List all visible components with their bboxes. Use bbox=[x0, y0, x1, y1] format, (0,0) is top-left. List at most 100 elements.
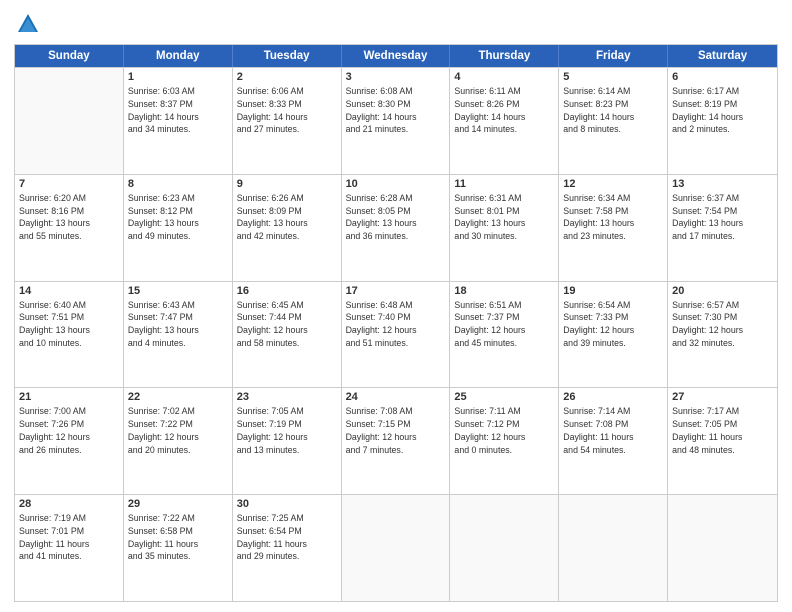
calendar-row-3: 14Sunrise: 6:40 AMSunset: 7:51 PMDayligh… bbox=[15, 281, 777, 388]
weekday-header-sunday: Sunday bbox=[15, 45, 124, 67]
day-cell-25: 25 Sunrise: 7:11 AMSunset: 7:12 PMDayligh… bbox=[450, 388, 559, 494]
day-cell-empty bbox=[668, 495, 777, 601]
day-info: Sunrise: 7:17 AMSunset: 7:05 PMDaylight:… bbox=[672, 405, 773, 456]
day-cell-1: 1Sunrise: 6:03 AMSunset: 8:37 PMDaylight… bbox=[124, 68, 233, 174]
day-number: 15 bbox=[128, 285, 228, 297]
day-cell-22: 22 Sunrise: 7:02 AMSunset: 7:22 PMDayligh… bbox=[124, 388, 233, 494]
day-number: 7 bbox=[19, 178, 119, 190]
day-cell-24: 24 Sunrise: 7:08 AMSunset: 7:15 PMDayligh… bbox=[342, 388, 451, 494]
day-info: Sunrise: 6:20 AMSunset: 8:16 PMDaylight:… bbox=[19, 192, 119, 243]
day-info: Sunrise: 6:31 AMSunset: 8:01 PMDaylight:… bbox=[454, 192, 554, 243]
day-info: Sunrise: 7:19 AMSunset: 7:01 PMDaylight:… bbox=[19, 512, 119, 563]
day-cell-4: 4 Sunrise: 6:11 AMSunset: 8:26 PMDaylight… bbox=[450, 68, 559, 174]
day-info: Sunrise: 7:25 AMSunset: 6:54 PMDaylight:… bbox=[237, 512, 337, 563]
weekday-header-thursday: Thursday bbox=[450, 45, 559, 67]
day-number: 8 bbox=[128, 178, 228, 190]
day-cell-21: 21 Sunrise: 7:00 AMSunset: 7:26 PMDayligh… bbox=[15, 388, 124, 494]
day-number: 10 bbox=[346, 178, 446, 190]
day-info: Sunrise: 6:26 AMSunset: 8:09 PMDaylight:… bbox=[237, 192, 337, 243]
day-cell-2: 2Sunrise: 6:06 AMSunset: 8:33 PMDaylight… bbox=[233, 68, 342, 174]
day-cell-empty bbox=[15, 68, 124, 174]
day-info: Sunrise: 7:11 AMSunset: 7:12 PMDaylight:… bbox=[454, 405, 554, 456]
day-number: 27 bbox=[672, 391, 773, 403]
calendar-row-1: 1Sunrise: 6:03 AMSunset: 8:37 PMDaylight… bbox=[15, 67, 777, 174]
day-info: Sunrise: 6:23 AMSunset: 8:12 PMDaylight:… bbox=[128, 192, 228, 243]
day-cell-3: 3 Sunrise: 6:08 AMSunset: 8:30 PMDaylight… bbox=[342, 68, 451, 174]
day-info: Sunrise: 6:37 AMSunset: 7:54 PMDaylight:… bbox=[672, 192, 773, 243]
day-info: Sunrise: 6:11 AMSunset: 8:26 PMDaylight:… bbox=[454, 85, 554, 136]
day-info: Sunrise: 6:28 AMSunset: 8:05 PMDaylight:… bbox=[346, 192, 446, 243]
day-cell-empty bbox=[450, 495, 559, 601]
weekday-header-wednesday: Wednesday bbox=[342, 45, 451, 67]
day-info: Sunrise: 6:14 AMSunset: 8:23 PMDaylight:… bbox=[563, 85, 663, 136]
day-cell-empty bbox=[342, 495, 451, 601]
header bbox=[14, 10, 778, 38]
calendar-header-row: SundayMondayTuesdayWednesdayThursdayFrid… bbox=[15, 45, 777, 67]
day-cell-13: 13 Sunrise: 6:37 AMSunset: 7:54 PMDayligh… bbox=[668, 175, 777, 281]
day-number: 23 bbox=[237, 391, 337, 403]
day-number: 18 bbox=[454, 285, 554, 297]
weekday-header-tuesday: Tuesday bbox=[233, 45, 342, 67]
day-cell-20: 20 Sunrise: 6:57 AMSunset: 7:30 PMDayligh… bbox=[668, 282, 777, 388]
day-number: 4 bbox=[454, 71, 554, 83]
day-cell-28: 28 Sunrise: 7:19 AMSunset: 7:01 PMDayligh… bbox=[15, 495, 124, 601]
day-info: Sunrise: 6:08 AMSunset: 8:30 PMDaylight:… bbox=[346, 85, 446, 136]
page: SundayMondayTuesdayWednesdayThursdayFrid… bbox=[0, 0, 792, 612]
day-number: 17 bbox=[346, 285, 446, 297]
calendar-row-4: 21 Sunrise: 7:00 AMSunset: 7:26 PMDayligh… bbox=[15, 387, 777, 494]
calendar-body: 1Sunrise: 6:03 AMSunset: 8:37 PMDaylight… bbox=[15, 67, 777, 601]
day-number: 16 bbox=[237, 285, 337, 297]
day-cell-17: 17 Sunrise: 6:48 AMSunset: 7:40 PMDayligh… bbox=[342, 282, 451, 388]
day-cell-5: 5Sunrise: 6:14 AMSunset: 8:23 PMDaylight… bbox=[559, 68, 668, 174]
day-cell-6: 6Sunrise: 6:17 AMSunset: 8:19 PMDaylight… bbox=[668, 68, 777, 174]
day-number: 25 bbox=[454, 391, 554, 403]
day-number: 3 bbox=[346, 71, 446, 83]
day-cell-30: 30 Sunrise: 7:25 AMSunset: 6:54 PMDayligh… bbox=[233, 495, 342, 601]
day-cell-16: 16 Sunrise: 6:45 AMSunset: 7:44 PMDayligh… bbox=[233, 282, 342, 388]
day-number: 28 bbox=[19, 498, 119, 510]
day-info: Sunrise: 6:57 AMSunset: 7:30 PMDaylight:… bbox=[672, 299, 773, 350]
day-number: 30 bbox=[237, 498, 337, 510]
weekday-header-saturday: Saturday bbox=[668, 45, 777, 67]
day-info: Sunrise: 7:14 AMSunset: 7:08 PMDaylight:… bbox=[563, 405, 663, 456]
day-cell-18: 18Sunrise: 6:51 AMSunset: 7:37 PMDayligh… bbox=[450, 282, 559, 388]
day-cell-8: 8 Sunrise: 6:23 AMSunset: 8:12 PMDaylight… bbox=[124, 175, 233, 281]
day-info: Sunrise: 6:06 AMSunset: 8:33 PMDaylight:… bbox=[237, 85, 337, 136]
day-cell-9: 9 Sunrise: 6:26 AMSunset: 8:09 PMDaylight… bbox=[233, 175, 342, 281]
day-info: Sunrise: 6:45 AMSunset: 7:44 PMDaylight:… bbox=[237, 299, 337, 350]
day-info: Sunrise: 6:54 AMSunset: 7:33 PMDaylight:… bbox=[563, 299, 663, 350]
day-number: 24 bbox=[346, 391, 446, 403]
day-cell-23: 23Sunrise: 7:05 AMSunset: 7:19 PMDayligh… bbox=[233, 388, 342, 494]
day-info: Sunrise: 6:03 AMSunset: 8:37 PMDaylight:… bbox=[128, 85, 228, 136]
day-cell-7: 7 Sunrise: 6:20 AMSunset: 8:16 PMDaylight… bbox=[15, 175, 124, 281]
day-cell-14: 14Sunrise: 6:40 AMSunset: 7:51 PMDayligh… bbox=[15, 282, 124, 388]
day-number: 11 bbox=[454, 178, 554, 190]
calendar: SundayMondayTuesdayWednesdayThursdayFrid… bbox=[14, 44, 778, 602]
day-number: 12 bbox=[563, 178, 663, 190]
day-info: Sunrise: 6:48 AMSunset: 7:40 PMDaylight:… bbox=[346, 299, 446, 350]
day-cell-26: 26Sunrise: 7:14 AMSunset: 7:08 PMDayligh… bbox=[559, 388, 668, 494]
day-info: Sunrise: 7:02 AMSunset: 7:22 PMDaylight:… bbox=[128, 405, 228, 456]
day-cell-15: 15 Sunrise: 6:43 AMSunset: 7:47 PMDayligh… bbox=[124, 282, 233, 388]
weekday-header-friday: Friday bbox=[559, 45, 668, 67]
day-number: 14 bbox=[19, 285, 119, 297]
day-number: 6 bbox=[672, 71, 773, 83]
day-info: Sunrise: 7:22 AMSunset: 6:58 PMDaylight:… bbox=[128, 512, 228, 563]
day-cell-10: 10 Sunrise: 6:28 AMSunset: 8:05 PMDayligh… bbox=[342, 175, 451, 281]
logo-icon bbox=[14, 10, 42, 38]
day-number: 9 bbox=[237, 178, 337, 190]
day-number: 29 bbox=[128, 498, 228, 510]
day-info: Sunrise: 7:08 AMSunset: 7:15 PMDaylight:… bbox=[346, 405, 446, 456]
day-number: 22 bbox=[128, 391, 228, 403]
day-number: 13 bbox=[672, 178, 773, 190]
day-info: Sunrise: 6:43 AMSunset: 7:47 PMDaylight:… bbox=[128, 299, 228, 350]
day-number: 20 bbox=[672, 285, 773, 297]
day-cell-11: 11 Sunrise: 6:31 AMSunset: 8:01 PMDayligh… bbox=[450, 175, 559, 281]
day-cell-12: 12Sunrise: 6:34 AMSunset: 7:58 PMDayligh… bbox=[559, 175, 668, 281]
day-number: 19 bbox=[563, 285, 663, 297]
day-info: Sunrise: 7:00 AMSunset: 7:26 PMDaylight:… bbox=[19, 405, 119, 456]
day-cell-empty bbox=[559, 495, 668, 601]
weekday-header-monday: Monday bbox=[124, 45, 233, 67]
day-number: 21 bbox=[19, 391, 119, 403]
logo bbox=[14, 10, 46, 38]
